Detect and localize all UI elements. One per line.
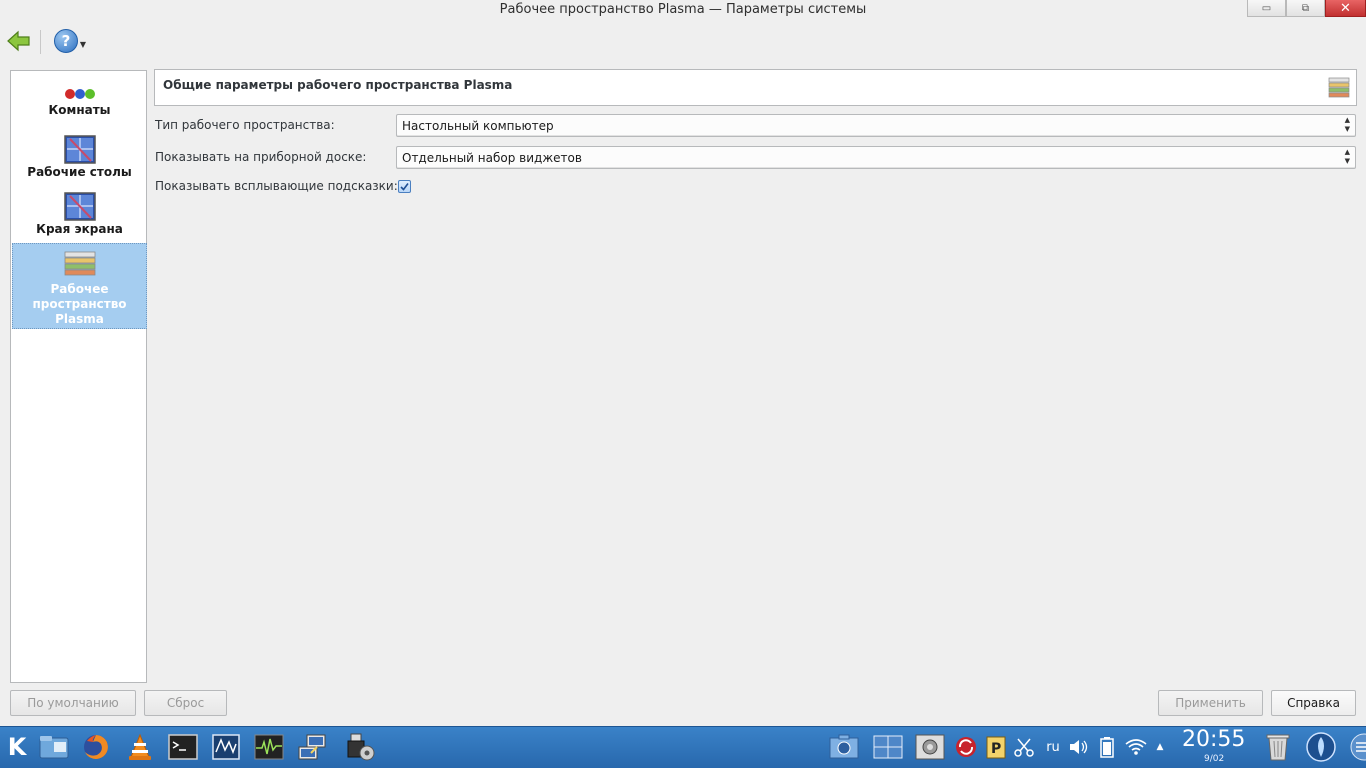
window-title: Рабочее пространство Plasma — Параметры … bbox=[499, 2, 867, 17]
usb-settings-icon bbox=[347, 733, 375, 761]
taskbar: K P ru ▲ 20:55 9/02 bbox=[0, 726, 1366, 768]
page-header: Общие параметры рабочего пространства Pl… bbox=[154, 69, 1357, 106]
trash-icon bbox=[1266, 734, 1290, 761]
maximize-button[interactable]: ⧉ bbox=[1286, 0, 1325, 17]
svg-text:P: P bbox=[991, 741, 1001, 757]
clipboard-icon: P bbox=[986, 736, 1006, 759]
system-monitor-icon bbox=[212, 734, 240, 760]
battery-icon bbox=[1100, 737, 1114, 758]
category-sidebar: Комнаты Рабочие столы Края экрана Рабоче… bbox=[10, 70, 147, 683]
taskbar-vlc[interactable] bbox=[124, 731, 156, 763]
tray-volume[interactable] bbox=[1066, 731, 1092, 763]
help-button[interactable]: Справка bbox=[1271, 690, 1356, 716]
sidebar-item-label: Рабочее пространство Plasma bbox=[32, 282, 127, 326]
help-icon: ? bbox=[53, 29, 78, 53]
close-button[interactable]: ✕ bbox=[1325, 0, 1366, 17]
plasma-workspace-icon bbox=[64, 251, 95, 276]
sidebar-item-activities[interactable]: Комнаты bbox=[12, 83, 147, 131]
tray-scissors[interactable] bbox=[1010, 731, 1038, 763]
sidebar-item-label: Края экрана bbox=[36, 222, 123, 236]
tray-clipboard[interactable]: P bbox=[982, 731, 1010, 763]
reset-button[interactable]: Сброс bbox=[144, 690, 227, 716]
tooltips-label: Показывать всплывающие подсказки: bbox=[155, 179, 398, 193]
screenshot-icon bbox=[829, 734, 859, 759]
scissors-icon bbox=[1014, 738, 1034, 757]
wifi-icon bbox=[1125, 739, 1147, 755]
window-titlebar[interactable]: Рабочее пространство Plasma — Параметры … bbox=[0, 0, 1366, 22]
file-manager-icon bbox=[39, 736, 69, 759]
sidebar-item-virtual-desktops[interactable]: Рабочие столы bbox=[12, 135, 147, 185]
workspace-type-value: Настольный компьютер bbox=[402, 119, 554, 133]
sidebar-item-screen-edges[interactable]: Края экрана bbox=[12, 192, 147, 242]
tray-settings[interactable] bbox=[914, 731, 946, 763]
toolbar-separator bbox=[40, 30, 41, 54]
toolbar: ? ▼ bbox=[0, 22, 1366, 62]
tray-expand-icon: ▲ bbox=[1156, 742, 1164, 752]
chevron-down-icon: ▼ bbox=[79, 39, 87, 49]
sidebar-item-plasma-workspace[interactable]: Рабочее пространство Plasma bbox=[12, 243, 147, 329]
tray-trash[interactable] bbox=[1262, 731, 1294, 763]
firefox-icon bbox=[84, 735, 108, 759]
sidebar-item-label: Рабочие столы bbox=[27, 165, 132, 179]
terminal-icon bbox=[168, 734, 198, 760]
taskbar-file-manager[interactable] bbox=[38, 731, 70, 763]
panel-toolbox-button[interactable] bbox=[1348, 731, 1366, 763]
taskbar-network[interactable] bbox=[296, 731, 328, 763]
minimize-button[interactable]: ▭ bbox=[1247, 0, 1286, 17]
application-launcher[interactable]: K bbox=[2, 731, 32, 763]
plasma-workspace-icon bbox=[1328, 77, 1350, 98]
tray-expand-button[interactable]: ▲ bbox=[1152, 731, 1168, 763]
settings-icon bbox=[915, 734, 945, 760]
back-arrow-icon bbox=[7, 30, 30, 52]
tray-plasma[interactable] bbox=[1305, 731, 1337, 763]
update-icon bbox=[956, 737, 976, 757]
panel-toolbox-icon bbox=[1350, 733, 1366, 761]
vlc-icon bbox=[129, 733, 151, 760]
dashboard-select[interactable]: Отдельный набор виджетов ▲ ▼ bbox=[396, 146, 1356, 169]
clock-time[interactable]: 20:55 bbox=[1182, 727, 1245, 752]
tray-keyboard-layout[interactable]: ru bbox=[1040, 731, 1066, 763]
workspace-type-select[interactable]: Настольный компьютер ▲ ▼ bbox=[396, 114, 1356, 137]
network-icon bbox=[298, 734, 326, 760]
tooltips-checkbox[interactable] bbox=[398, 180, 411, 193]
dashboard-value: Отдельный набор виджетов bbox=[402, 151, 582, 165]
updown-arrows-icon: ▲ ▼ bbox=[1344, 148, 1350, 165]
taskbar-system-monitor[interactable] bbox=[210, 731, 242, 763]
defaults-button[interactable]: По умолчанию bbox=[10, 690, 136, 716]
tray-update[interactable] bbox=[952, 731, 980, 763]
plasma-icon bbox=[1306, 732, 1336, 762]
page-title: Общие параметры рабочего пространства Pl… bbox=[163, 78, 513, 92]
window-list-icon bbox=[873, 735, 903, 759]
tray-wifi[interactable] bbox=[1122, 731, 1150, 763]
taskbar-activity-monitor[interactable] bbox=[253, 731, 285, 763]
tray-battery[interactable] bbox=[1094, 731, 1120, 763]
checkmark-icon bbox=[400, 183, 409, 191]
clock-date: 9/02 bbox=[1204, 754, 1225, 764]
keyboard-layout-label: ru bbox=[1046, 739, 1060, 755]
tray-screenshot[interactable] bbox=[828, 731, 860, 763]
activity-monitor-icon bbox=[254, 734, 284, 760]
screen-edges-icon bbox=[63, 192, 96, 221]
dashboard-label: Показывать на приборной доске: bbox=[155, 150, 367, 164]
taskbar-usb-settings[interactable] bbox=[345, 731, 377, 763]
tray-window-list[interactable] bbox=[872, 731, 904, 763]
volume-icon bbox=[1070, 740, 1088, 754]
taskbar-firefox[interactable] bbox=[80, 731, 112, 763]
help-menu-button[interactable]: ? ▼ bbox=[50, 28, 90, 54]
back-button[interactable] bbox=[6, 28, 32, 54]
workspace-type-label: Тип рабочего пространства: bbox=[155, 118, 335, 132]
taskbar-terminal[interactable] bbox=[167, 731, 199, 763]
virtual-desktops-icon bbox=[63, 135, 96, 164]
activities-icon bbox=[64, 89, 95, 99]
apply-button[interactable]: Применить bbox=[1158, 690, 1263, 716]
updown-arrows-icon: ▲ ▼ bbox=[1344, 116, 1350, 133]
sidebar-item-label: Комнаты bbox=[48, 103, 111, 117]
kde-launcher-icon: K bbox=[7, 733, 27, 761]
